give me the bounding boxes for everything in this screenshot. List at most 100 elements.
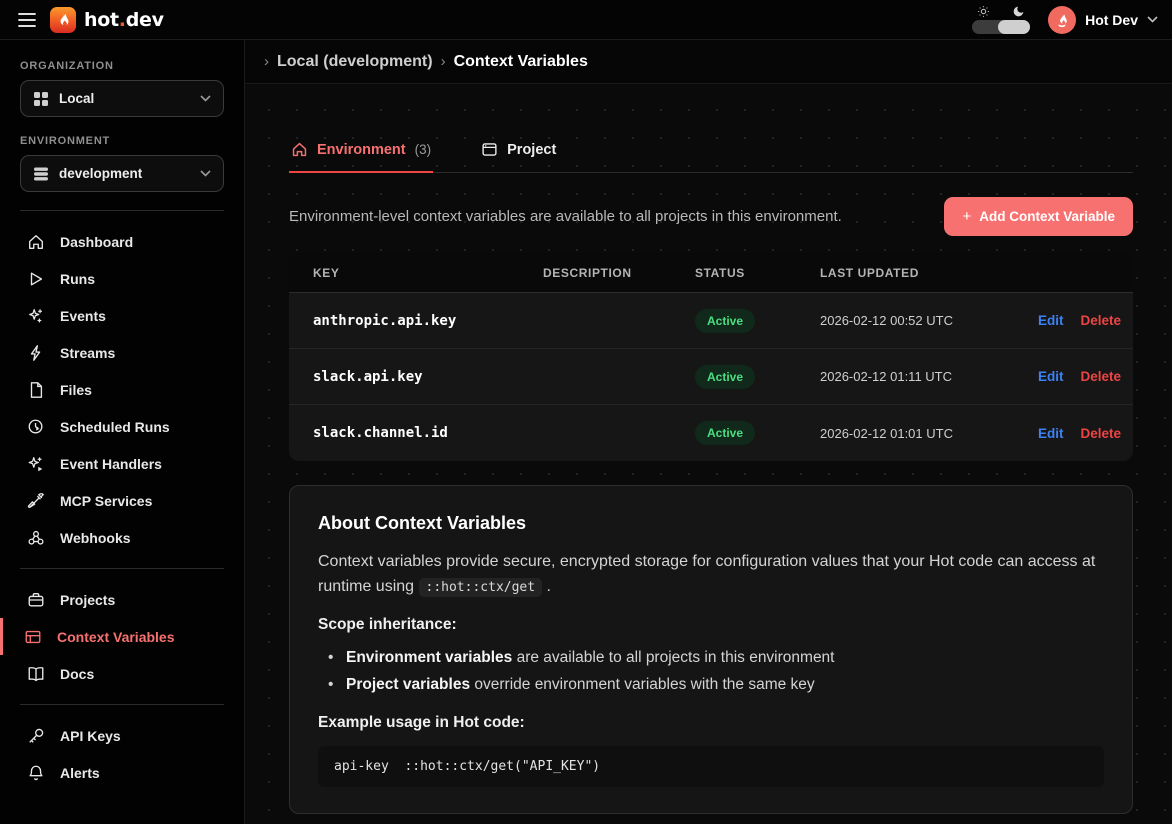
sidebar-item-label: Webhooks [60, 530, 131, 546]
sidebar-item-webhooks[interactable]: Webhooks [0, 519, 244, 556]
sidebar-item-label: API Keys [60, 728, 121, 744]
about-title: About Context Variables [318, 513, 1104, 534]
sidebar: ORGANIZATION Local ENVIRONMENT developme… [0, 40, 245, 824]
sidebar-item-label: Docs [60, 666, 94, 682]
sidebar-item-files[interactable]: Files [0, 371, 244, 408]
sidebar-item-runs[interactable]: Runs [0, 260, 244, 297]
user-name: Hot Dev [1085, 12, 1138, 28]
last-updated: 2026-02-12 01:11 UTC [820, 369, 1038, 384]
sidebar-item-event-handlers[interactable]: Event Handlers [0, 445, 244, 482]
breadcrumb-current page-title: Context Variables [454, 53, 588, 71]
flame-logo-icon [50, 7, 76, 33]
theme-toggle[interactable] [972, 5, 1030, 34]
sidebar-item-dashboard[interactable]: Dashboard [0, 223, 244, 260]
sparkles-play-icon [26, 455, 46, 473]
column-header-last-updated: LAST UPDATED [820, 266, 1038, 280]
delete-button[interactable]: Delete [1081, 369, 1122, 384]
variable-key: slack.channel.id [313, 425, 543, 441]
home-icon [26, 233, 46, 251]
tab-environment[interactable]: Environment (3) [289, 131, 433, 173]
environment-label: ENVIRONMENT [0, 135, 244, 147]
grid-icon [33, 91, 49, 107]
variable-key: anthropic.api.key [313, 313, 543, 329]
breadcrumb: › Local (development) › Context Variable… [245, 40, 1172, 84]
content-area: Environment (3) Project Environment-leve… [245, 84, 1172, 824]
chevron-down-icon [200, 170, 211, 177]
sidebar-item-label: Streams [60, 345, 115, 361]
example-usage-heading: Example usage in Hot code: [318, 714, 1104, 732]
sidebar-item-api-keys[interactable]: API Keys [0, 717, 244, 754]
delete-button[interactable]: Delete [1081, 426, 1122, 441]
sidebar-item-streams[interactable]: Streams [0, 334, 244, 371]
key-icon [26, 727, 46, 745]
sidebar-item-label: Events [60, 308, 106, 324]
webhook-icon [26, 529, 46, 547]
play-icon [26, 270, 46, 288]
lightning-icon [26, 344, 46, 362]
sun-icon [977, 5, 990, 18]
edit-button[interactable]: Edit [1038, 369, 1064, 384]
edit-button[interactable]: Edit [1038, 313, 1064, 328]
status-badge: Active [695, 421, 755, 445]
about-paragraph: Context variables provide secure, encryp… [318, 550, 1104, 600]
sidebar-item-docs[interactable]: Docs [0, 655, 244, 692]
sidebar-item-label: Alerts [60, 765, 100, 781]
environment-select[interactable]: development [20, 155, 224, 192]
chevron-down-icon [200, 95, 211, 102]
last-updated: 2026-02-12 00:52 UTC [820, 313, 1038, 328]
sidebar-item-scheduled-runs[interactable]: Scheduled Runs [0, 408, 244, 445]
brand-logo[interactable]: hot.dev [50, 7, 164, 33]
hamburger-menu-icon[interactable] [14, 7, 40, 33]
column-header-description: DESCRIPTION [543, 266, 695, 280]
breadcrumb-chevron-icon: › [264, 53, 269, 70]
tab-count: (3) [415, 142, 432, 157]
server-stack-icon [33, 166, 49, 182]
add-context-variable-button[interactable]: + Add Context Variable [944, 197, 1133, 236]
inline-code: ::hot::ctx/get [419, 578, 543, 597]
last-updated: 2026-02-12 01:01 UTC [820, 426, 1038, 441]
edit-button[interactable]: Edit [1038, 426, 1064, 441]
sidebar-divider [20, 568, 224, 569]
clock-play-icon [26, 418, 46, 436]
sidebar-item-label: Runs [60, 271, 95, 287]
organization-value: Local [59, 91, 190, 106]
sidebar-item-events[interactable]: Events [0, 297, 244, 334]
table-header-row: KEY DESCRIPTION STATUS LAST UPDATED [289, 253, 1133, 293]
example-code-block: api-key ::hot::ctx/get("API_KEY") [318, 746, 1104, 787]
variable-key: slack.api.key [313, 369, 543, 385]
about-context-variables-card: About Context Variables Context variable… [289, 485, 1133, 814]
sidebar-divider [20, 704, 224, 705]
briefcase-icon [26, 591, 46, 609]
page-description: Environment-level context variables are … [289, 208, 842, 225]
sidebar-item-context-variables[interactable]: Context Variables [0, 618, 244, 655]
sidebar-item-mcp-services[interactable]: MCP Services [0, 482, 244, 519]
context-variables-table: KEY DESCRIPTION STATUS LAST UPDATED anth… [289, 253, 1133, 461]
organization-select[interactable]: Local [20, 80, 224, 117]
tab-label: Environment [317, 142, 406, 158]
breadcrumb-parent[interactable]: Local (development) [277, 53, 433, 71]
window-icon [481, 141, 498, 158]
brand-name: hot.dev [84, 9, 164, 31]
sparkles-icon [26, 307, 46, 325]
tab-project[interactable]: Project [479, 131, 558, 173]
sidebar-item-projects[interactable]: Projects [0, 581, 244, 618]
bell-icon [26, 764, 46, 782]
column-header-status: STATUS [695, 266, 820, 280]
environment-value: development [59, 166, 190, 181]
tab-bar: Environment (3) Project [289, 131, 1133, 173]
theme-switch-track[interactable] [972, 20, 1030, 34]
delete-button[interactable]: Delete [1081, 313, 1122, 328]
table-row: slack.channel.id Active 2026-02-12 01:01… [289, 405, 1133, 461]
status-badge: Active [695, 365, 755, 389]
sidebar-item-label: Event Handlers [60, 456, 162, 472]
home-icon [291, 141, 308, 158]
table-row: slack.api.key Active 2026-02-12 01:11 UT… [289, 349, 1133, 405]
sidebar-item-label: MCP Services [60, 493, 152, 509]
sidebar-item-alerts[interactable]: Alerts [0, 754, 244, 791]
avatar [1048, 6, 1076, 34]
user-menu[interactable]: Hot Dev [1048, 6, 1158, 34]
card-table-icon [23, 628, 43, 646]
sidebar-item-label: Context Variables [57, 629, 175, 645]
tab-label: Project [507, 142, 556, 158]
column-header-key: KEY [313, 266, 543, 280]
